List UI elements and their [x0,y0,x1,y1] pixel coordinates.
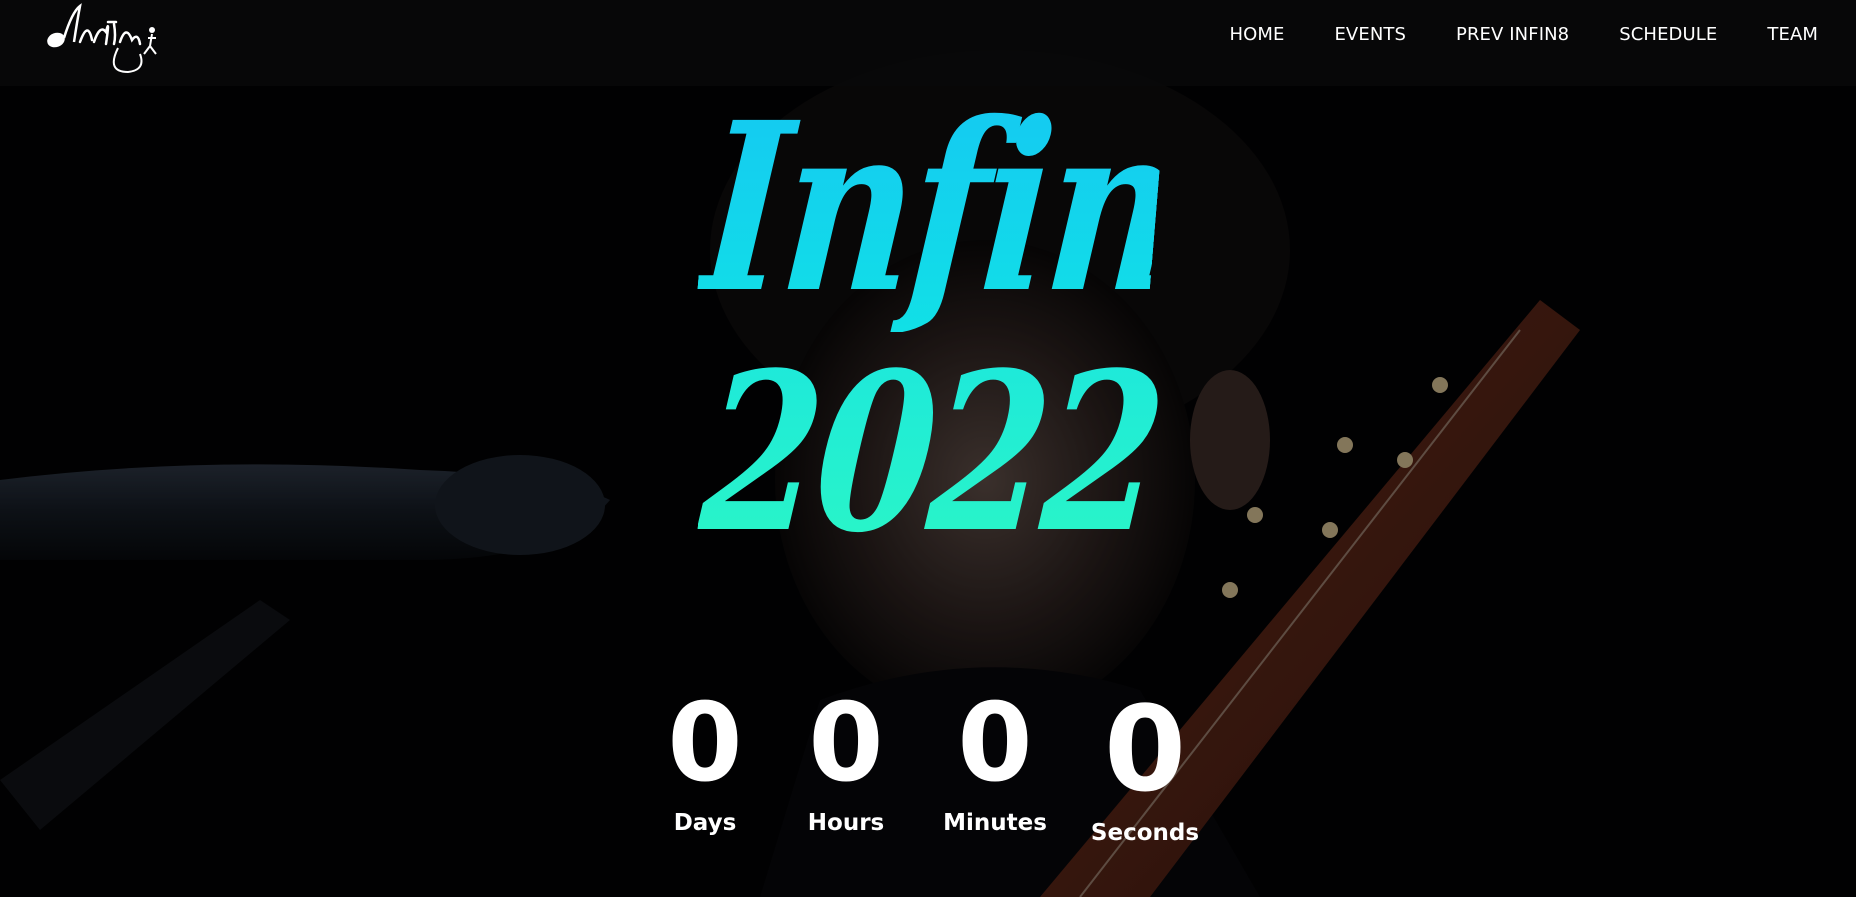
nav-home-link[interactable]: HOME [1229,24,1284,45]
countdown-minutes: 0 Minutes [940,681,1050,837]
countdown-days: 0 Days [660,681,750,837]
countdown-minutes-value: 0 [957,681,1033,806]
hero-title: Infin8 2022 [640,71,1308,581]
countdown-minutes-label: Minutes [943,810,1047,836]
countdown-seconds: 0 Seconds [1090,690,1200,846]
countdown-hours-label: Hours [807,810,885,836]
nav-links: HOME EVENTS PREV INFIN8 SCHEDULE TEAM [1229,24,1818,45]
countdown-hours: 0 Hours [796,681,896,837]
countdown-days-value: 0 [667,681,743,806]
countdown-days-label: Days [673,810,737,836]
nav-events-link[interactable]: EVENTS [1334,24,1406,45]
infin8-logo[interactable] [44,2,168,76]
countdown-seconds-label: Seconds [1090,820,1200,846]
hero-title-name: Infin8 [692,71,1308,344]
page: HOME EVENTS PREV INFIN8 SCHEDULE TEAM In… [0,0,1856,897]
countdown-timer: 0 Days 0 Hours 0 Minutes 0 Seconds [660,690,1220,890]
infin8-logo-mark [47,3,157,74]
top-navbar: HOME EVENTS PREV INFIN8 SCHEDULE TEAM [0,0,1856,86]
nav-team-link[interactable]: TEAM [1767,24,1818,45]
countdown-hours-value: 0 [808,681,884,806]
hero-title-year: 2022 [693,325,1169,581]
nav-schedule-link[interactable]: SCHEDULE [1619,24,1717,45]
countdown-seconds-value: 0 [1103,680,1187,818]
nav-prev-infin8-link[interactable]: PREV INFIN8 [1456,24,1569,45]
